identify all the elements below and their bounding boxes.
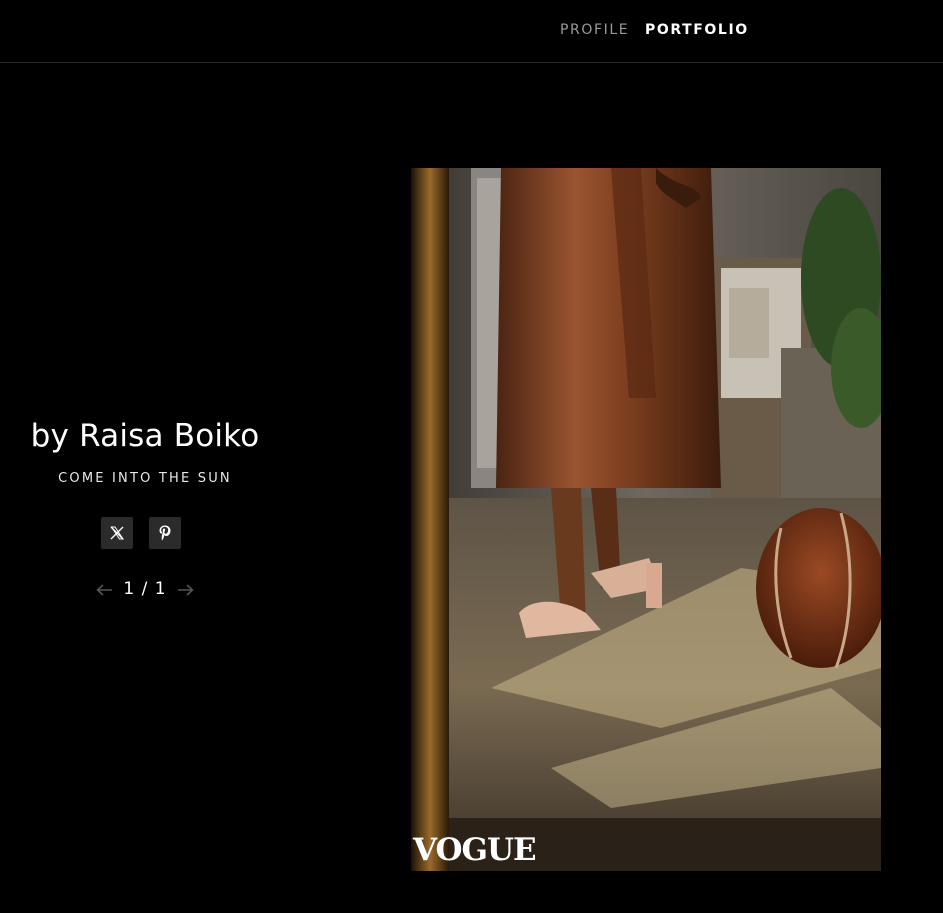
x-icon xyxy=(110,526,124,540)
gallery-info: by Raisa Boiko COME INTO THE SUN xyxy=(0,415,290,486)
vogue-watermark: VOGUE xyxy=(413,832,537,868)
gallery-title: COME INTO THE SUN xyxy=(58,471,232,486)
image-counter: 1 / 1 xyxy=(123,579,167,599)
nav-portfolio-link[interactable]: PORTFOLIO xyxy=(645,22,749,38)
share-pinterest-button[interactable] xyxy=(149,517,181,549)
nav-profile-link[interactable]: PROFILE xyxy=(560,22,629,38)
gallery-photo[interactable]: VOGUE xyxy=(411,168,881,871)
top-nav: PROFILE PORTFOLIO xyxy=(0,0,943,63)
share-x-button[interactable] xyxy=(101,517,133,549)
next-arrow-icon[interactable] xyxy=(177,582,195,596)
pagination: 1 / 1 xyxy=(0,576,290,602)
artist-name: by Raisa Boiko xyxy=(30,418,260,454)
prev-arrow-icon[interactable] xyxy=(95,582,113,596)
photo-illustration xyxy=(411,168,881,871)
pinterest-icon xyxy=(159,525,171,541)
